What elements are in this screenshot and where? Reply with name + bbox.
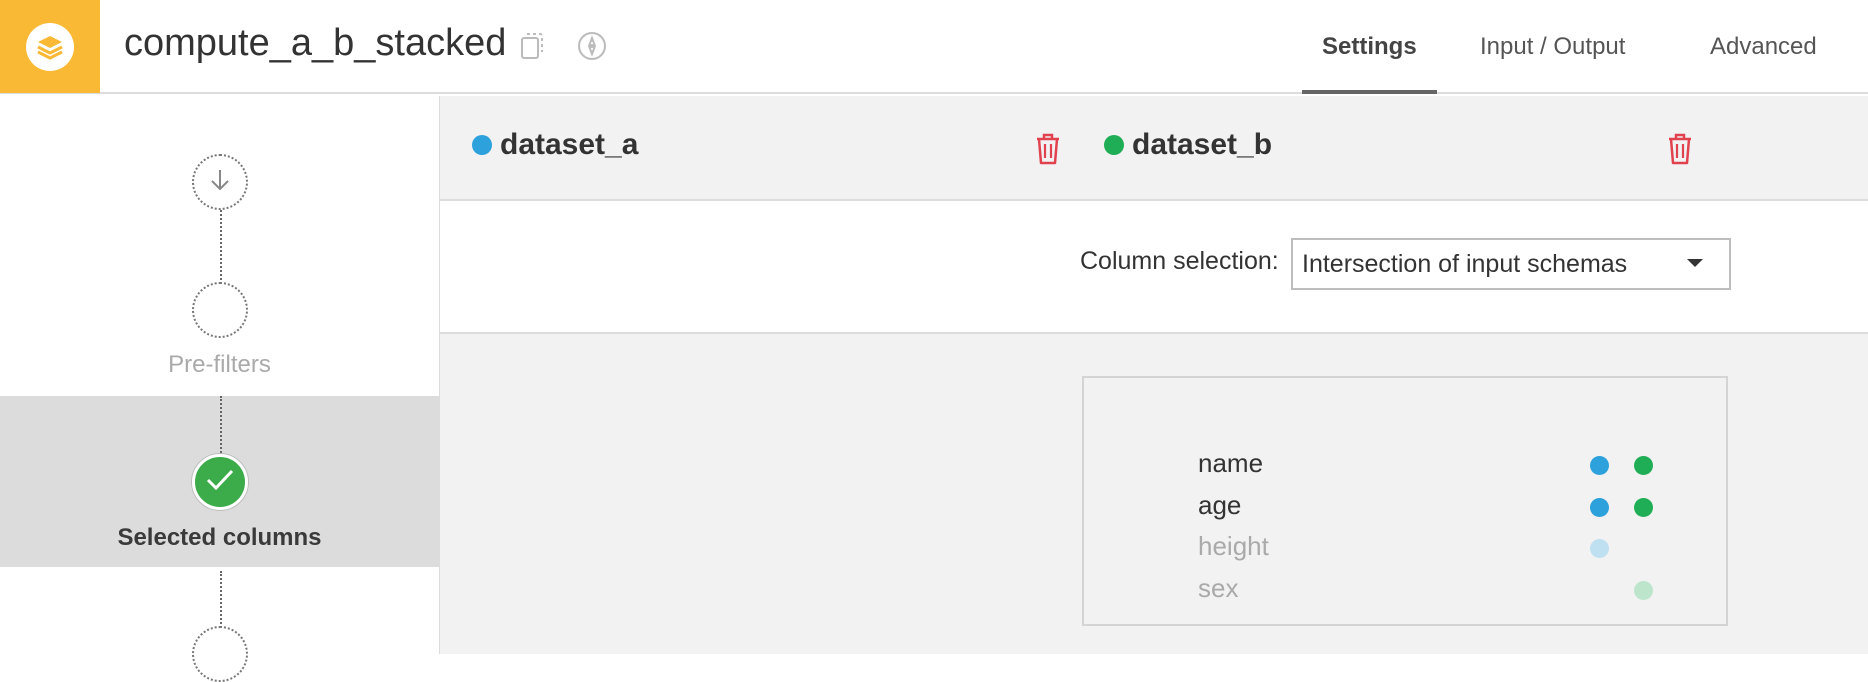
caret-down-icon [1687, 259, 1703, 267]
check-icon [205, 468, 235, 497]
column-name: name [1198, 448, 1264, 478]
step-connector [220, 210, 222, 280]
column-row: name [1084, 444, 1726, 484]
dataset-a-header: dataset_a [472, 128, 638, 162]
dataset-b-dot [1634, 581, 1653, 600]
dataset-a-dot [1590, 456, 1609, 475]
step-pre-filters[interactable] [192, 282, 248, 338]
column-name: height [1198, 531, 1269, 561]
compass-icon[interactable] [576, 30, 608, 62]
tab-advanced[interactable]: Advanced [1710, 33, 1817, 61]
arrow-down-icon [209, 168, 231, 197]
trash-icon[interactable] [1664, 132, 1696, 166]
step-connector [220, 571, 222, 631]
dataset-bar: dataset_a dataset_b [440, 96, 1868, 201]
recipe-title[interactable]: compute_a_b_stacked [124, 22, 506, 65]
recipe-header: compute_a_b_stacked Settings Input / Out… [0, 0, 1868, 94]
dataset-b-header: dataset_b [1104, 128, 1272, 162]
column-row: age [1084, 486, 1726, 526]
dataset-a-name[interactable]: dataset_a [500, 128, 638, 162]
active-tab-indicator [1302, 90, 1437, 94]
recipe-steps-panel: Pre-filters Selected columns [0, 96, 440, 682]
tab-settings[interactable]: Settings [1322, 33, 1417, 61]
stack-recipe-icon [26, 22, 74, 71]
step-label-pre-filters[interactable]: Pre-filters [0, 351, 439, 379]
column-selection-value: Intersection of input schemas [1302, 250, 1628, 278]
main-content: dataset_a dataset_b Column selection: In… [440, 96, 1868, 654]
column-name: sex [1198, 573, 1239, 603]
step-label-selected-columns[interactable]: Selected columns [0, 524, 439, 552]
step-connector [220, 396, 222, 460]
dataset-b-name[interactable]: dataset_b [1132, 128, 1272, 162]
step-next[interactable] [192, 626, 248, 682]
recipe-type-badge[interactable] [0, 0, 100, 93]
column-selection-dropdown[interactable]: Intersection of input schemas [1291, 238, 1731, 290]
step-selected-columns[interactable] [192, 454, 248, 510]
column-selection-bar: Column selection: Intersection of input … [440, 201, 1868, 334]
columns-list: name age height sex [1082, 376, 1728, 626]
trash-icon[interactable] [1032, 132, 1064, 166]
tab-input-output[interactable]: Input / Output [1480, 33, 1625, 61]
dataset-a-dot [1590, 539, 1609, 558]
dataset-b-dot [1634, 456, 1653, 475]
dataset-a-dot [1590, 498, 1609, 517]
column-name: age [1198, 490, 1242, 520]
dataset-b-dot [1634, 498, 1653, 517]
column-selection-label: Column selection: [1080, 247, 1279, 275]
copy-icon[interactable] [516, 30, 548, 62]
column-row: height [1084, 527, 1726, 567]
dataset-a-dot [472, 135, 492, 155]
dataset-b-dot [1104, 135, 1124, 155]
column-row: sex [1084, 569, 1726, 609]
step-input[interactable] [192, 154, 248, 210]
